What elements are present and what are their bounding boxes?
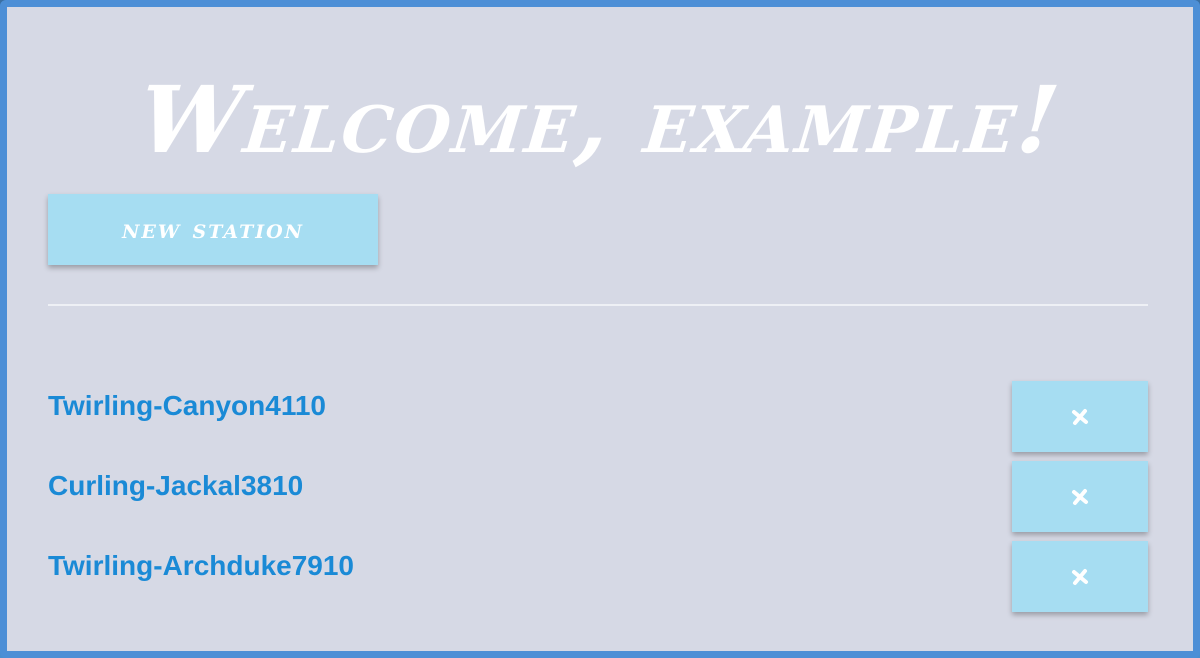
new-station-button[interactable]: new station [48,194,378,265]
page-title: Welcome, example! [134,66,1066,174]
list-item: Twirling-Canyon4110 [48,381,1148,453]
station-link[interactable]: Twirling-Canyon4110 [48,387,326,425]
delete-station-button[interactable] [1012,381,1148,452]
station-link[interactable]: Twirling-Archduke7910 [48,547,354,585]
station-dialog: Welcome, example! new station Twirling-C… [0,0,1200,658]
delete-station-button[interactable] [1012,541,1148,612]
list-item: Curling-Jackal3810 [48,461,1148,533]
station-link[interactable]: Curling-Jackal3810 [48,467,303,505]
close-icon [1072,488,1088,505]
close-icon [1072,408,1088,425]
divider [48,304,1148,306]
close-icon [1072,568,1088,585]
list-item: Twirling-Archduke7910 [48,541,1148,613]
delete-station-button[interactable] [1012,461,1148,532]
